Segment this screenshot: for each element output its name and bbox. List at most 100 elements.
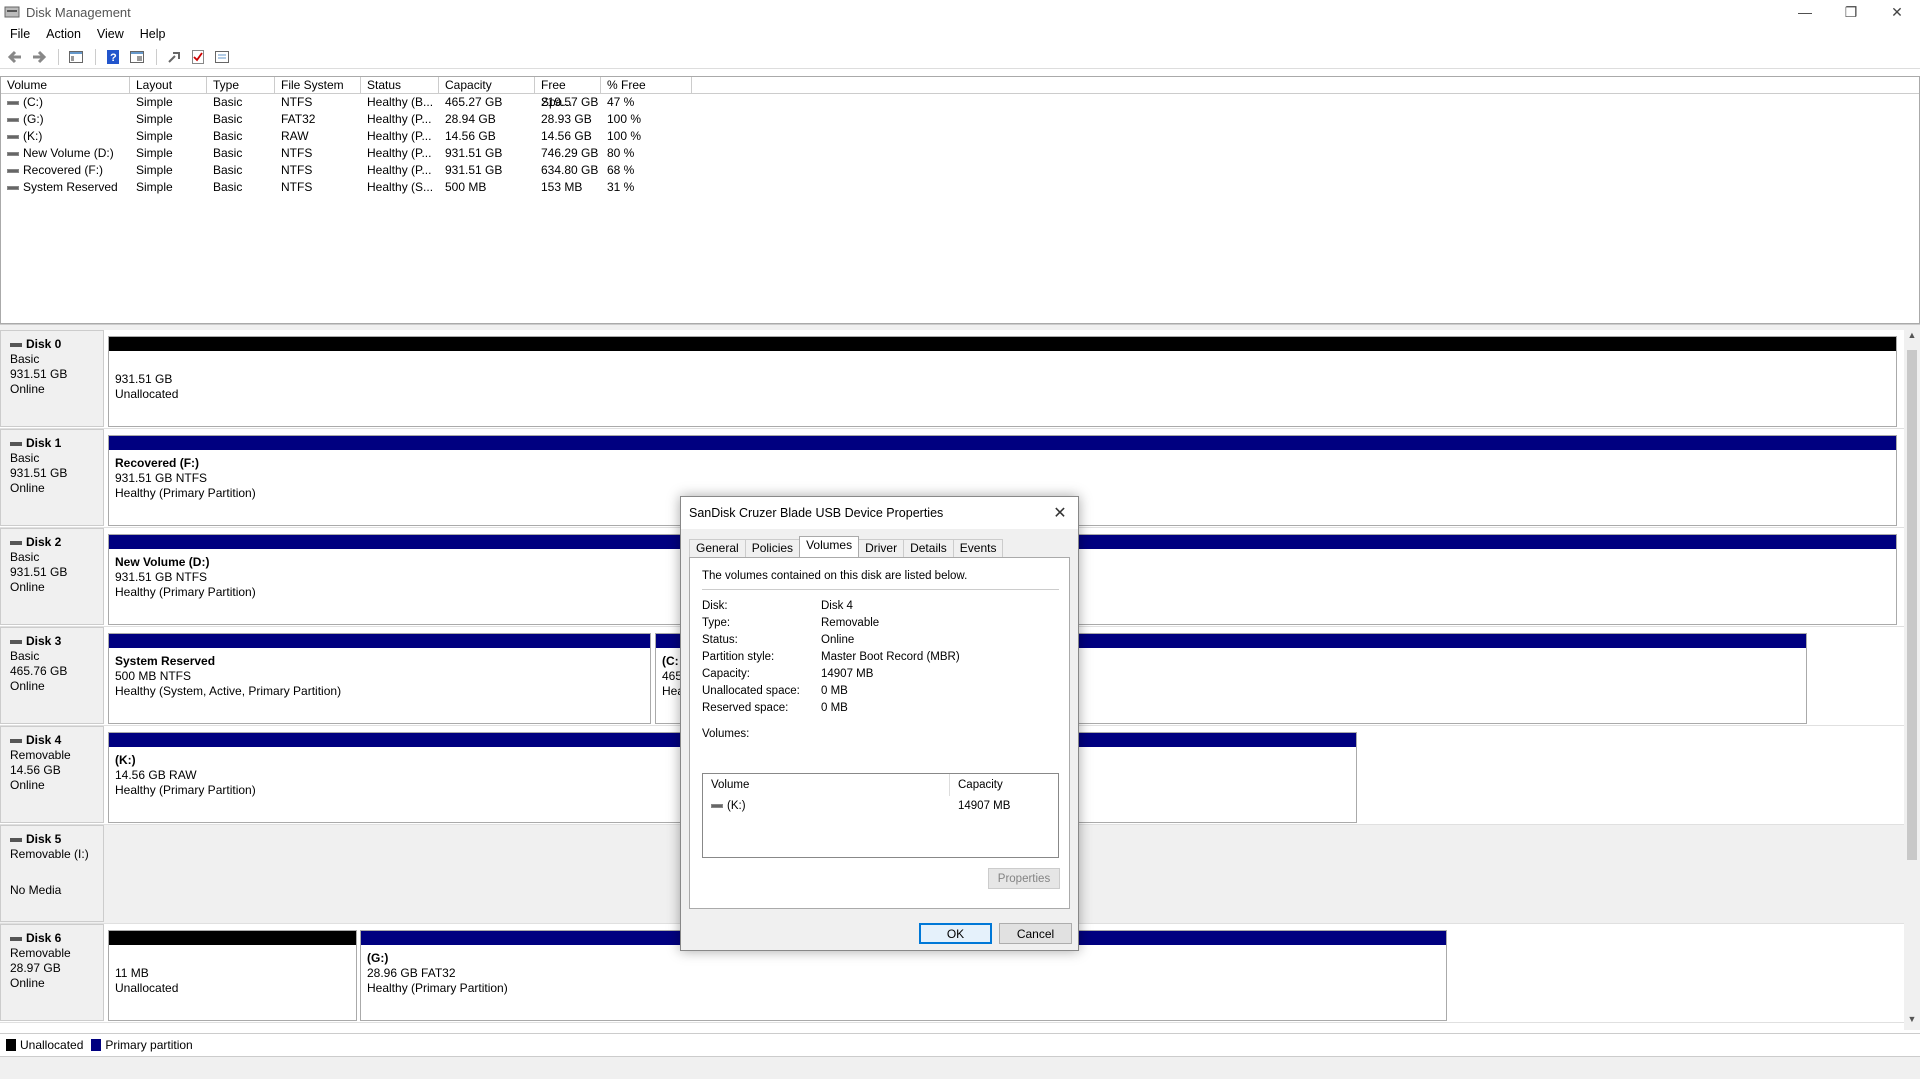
cell-capacity: 500 MB [445,180,487,194]
partition-info: (G:) 28.96 GB FAT32 Healthy (Primary Parti… [361,945,1446,996]
field-label: Unallocated space: [702,685,800,697]
cancel-button[interactable]: Cancel [999,923,1072,944]
volumes-column-volume[interactable]: Volume [703,774,950,796]
disk-size: 28.97 GB [10,961,61,975]
cell-file-system: NTFS [281,163,313,177]
volumes-table-row[interactable]: (K:) 14907 MB [703,796,1058,816]
drive-icon [7,151,19,156]
scroll-down-icon[interactable]: ▼ [1904,1014,1920,1030]
column-percent-free[interactable]: % Free [601,77,692,93]
disk-label[interactable]: Disk 3 Basic 465.76 GB Online [0,627,104,724]
column-file-system[interactable]: File System [275,77,361,93]
toolbar: ? [0,45,1920,69]
disk-name-line: Disk 0 [10,337,103,352]
column-layout[interactable]: Layout [130,77,207,93]
minimize-button[interactable]: — [1782,0,1828,24]
volumes-label: Volumes: [702,728,750,740]
field-value: Removable [821,617,880,629]
legend-unallocated: Unallocated [20,1037,84,1052]
help-icon[interactable]: ? [102,47,124,67]
console-tree-icon[interactable] [65,47,87,67]
volume-list-row[interactable]: Recovered (F:) Simple Basic NTFS Healthy (P.… [1,162,1919,179]
column-capacity[interactable]: Capacity [439,77,535,93]
menu-view[interactable]: View [89,27,132,41]
partition-info: 11 MB Unallocated [109,945,356,996]
disk-name-line: Disk 1 [10,436,103,451]
disk-name: Disk 3 [26,634,62,648]
partition-line1: 931.51 GB NTFS [115,471,208,485]
unallocated-region[interactable]: 11 MB Unallocated [108,930,357,1021]
column-type[interactable]: Type [207,77,275,93]
cell-percent-free: 68 % [607,163,635,177]
disk-map-scrollbar[interactable]: ▲ ▼ [1904,330,1920,1030]
volume-properties-button[interactable]: Properties [988,868,1060,889]
cell-free-space: 634.80 GB [541,163,599,177]
volume-list-row[interactable]: (G:) Simple Basic FAT32 Healthy (P... 28.94 G… [1,111,1919,128]
volume-list-row[interactable]: System Reserved Simple Basic NTFS Healthy (S… [1,179,1919,196]
disk-size: 14.56 GB [10,763,61,777]
disk-size [10,862,103,877]
tab-details[interactable]: Details [903,539,954,557]
properties-icon[interactable] [211,47,233,67]
disk-icon [10,738,22,743]
tab-driver[interactable]: Driver [858,539,905,557]
disk-label[interactable]: Disk 1 Basic 931.51 GB Online [0,429,104,526]
cell-type: Basic [213,112,243,126]
field-value: 0 MB [821,685,848,697]
menu-help[interactable]: Help [132,27,174,41]
dialog-close-icon[interactable]: ✕ [1048,501,1072,525]
restore-button[interactable]: ❐ [1828,0,1874,24]
forward-icon[interactable] [28,47,50,67]
partition-bar [109,436,1896,450]
tab-events[interactable]: Events [952,539,1004,557]
cell-volume-container: New Volume (D:) [1,145,130,162]
column-free-space[interactable]: Free Spa... [535,77,601,109]
disk-row: Disk 0 Basic 931.51 GB Online 931.51 GB Unall… [0,330,1904,429]
cell-percent-free: 31 % [607,180,635,194]
disk-label[interactable]: Disk 4 Removable 14.56 GB Online [0,726,104,823]
disk-label[interactable]: Disk 5 Removable (I:) No Media [0,825,104,922]
view-icon[interactable] [126,47,148,67]
column-status[interactable]: Status [361,77,439,93]
column-volume[interactable]: Volume [1,77,130,93]
close-button[interactable]: ✕ [1874,0,1920,24]
partition-title [115,951,356,966]
legend-primary-partition: Primary partition [105,1037,193,1052]
disk-status: Online [10,976,45,990]
disk-label[interactable]: Disk 0 Basic 931.51 GB Online [0,330,104,427]
tab-policies[interactable]: Policies [744,539,801,557]
scroll-up-icon[interactable]: ▲ [1904,330,1920,346]
disk-icon [10,936,22,941]
volume-list-row[interactable]: (K:) Simple Basic RAW Healthy (P... 14.56 GB 1… [1,128,1919,145]
tab-volumes[interactable]: Volumes [799,536,860,557]
cell-capacity: 931.51 GB [445,163,503,177]
field-value: Master Boot Record (MBR) [821,651,960,663]
cell-volume: (K:) [23,129,43,143]
drive-icon [7,100,19,105]
menu-file[interactable]: File [2,27,38,41]
primary-partition-swatch [91,1038,102,1051]
volume-name: (K:) [727,800,746,812]
disk-status: Online [10,580,45,594]
disk-name-line: Disk 4 [10,733,103,748]
disk-label[interactable]: Disk 6 Removable 28.97 GB Online [0,924,104,1021]
cell-volume-container: System Reserved [1,179,130,196]
scrollbar-thumb[interactable] [1907,350,1917,860]
disk-icon [10,540,22,545]
drive-icon [7,185,19,190]
ok-button[interactable]: OK [919,923,992,944]
field-value: 0 MB [821,702,848,714]
connect-icon[interactable] [163,47,185,67]
tab-general[interactable]: General [689,539,746,557]
volume-list-row[interactable]: New Volume (D:) Simple Basic NTFS Healthy (P… [1,145,1919,162]
check-icon[interactable] [187,47,209,67]
disk-label[interactable]: Disk 2 Basic 931.51 GB Online [0,528,104,625]
volume-list-row[interactable]: (C:) Simple Basic NTFS Healthy (B... 465.27 G… [1,94,1919,111]
partition-line1: 500 MB NTFS [115,669,192,683]
unallocated-region[interactable]: 931.51 GB Unallocated [108,336,1897,427]
disk-name-line: Disk 3 [10,634,103,649]
menu-action[interactable]: Action [38,27,89,41]
back-icon[interactable] [4,47,26,67]
volumes-column-capacity[interactable]: Capacity [950,774,1003,796]
partition[interactable]: System Reserved 500 MB NTFS Healthy (Syste… [108,633,651,724]
